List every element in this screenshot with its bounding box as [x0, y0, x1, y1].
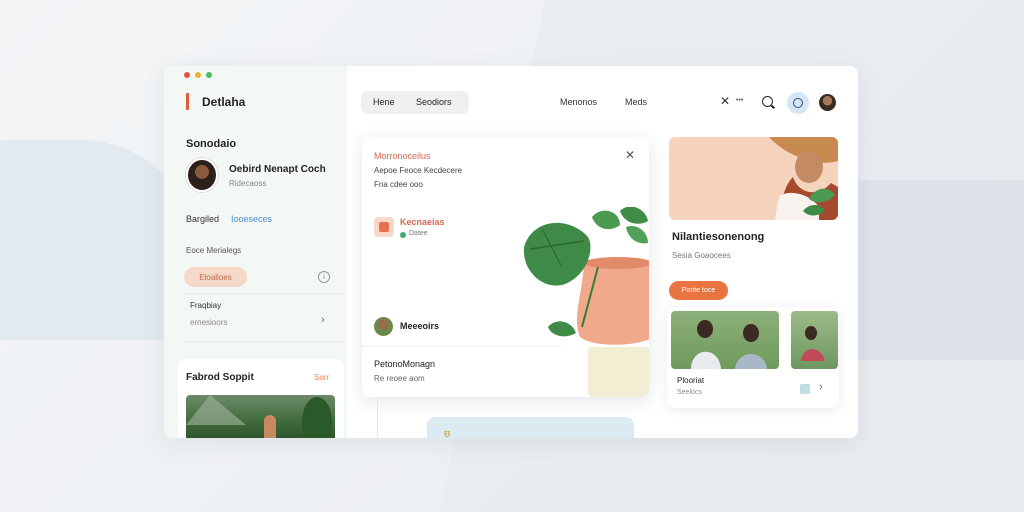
person-with-hat-illustration	[769, 137, 838, 220]
person-head	[697, 320, 713, 338]
person-figure	[264, 415, 276, 438]
sidebar-item-title[interactable]: Fraqbiay	[190, 301, 221, 310]
mountain-shape	[186, 395, 246, 425]
status-text: Datee	[409, 230, 428, 237]
featured-image[interactable]	[186, 395, 335, 438]
info-icon[interactable]: i	[318, 271, 330, 283]
vase-rim	[584, 257, 649, 269]
chevron-right-icon[interactable]: ›	[321, 314, 325, 326]
background-shape	[850, 180, 1024, 360]
leaf-icon: ᵿ	[444, 428, 451, 438]
minimize-window-dot[interactable]	[195, 72, 201, 78]
sidebar-item-label[interactable]: Eoce Merialegs	[186, 246, 241, 255]
right-subtitle: Sesia Goaocees	[672, 251, 731, 260]
featured-title: Fabrod Soppit	[186, 372, 254, 383]
media-subtitle: Seelocs	[677, 389, 702, 396]
dialog-footer-subtitle: Re reoee aom	[374, 374, 425, 383]
right-title: Nilantiesonenong	[672, 231, 765, 243]
leaf	[548, 321, 576, 337]
person-avatar[interactable]	[374, 317, 393, 336]
close-icon[interactable]: ✕	[625, 148, 635, 162]
close-window-dot[interactable]	[184, 72, 190, 78]
sidebar-section-title: Sonodaio	[186, 138, 237, 150]
cta-button[interactable]: Porite toce	[669, 281, 728, 300]
person-head	[743, 324, 759, 342]
sidebar-item-label[interactable]: Bargiled	[186, 214, 219, 224]
search-icon[interactable]	[762, 96, 773, 107]
person-name[interactable]: Meeeoirs	[400, 321, 439, 331]
leaf	[592, 210, 620, 230]
face	[795, 151, 823, 183]
dialog-title: Morronoceilus	[374, 151, 431, 161]
app-window: Detlaha Sonodaio Oebird Nenapt Coch Ride…	[164, 66, 858, 438]
people-illustration	[691, 320, 767, 369]
profile-avatar[interactable]	[186, 158, 218, 192]
media-title: Plooriat	[677, 376, 705, 385]
dialog-card: Morronoceilus Aepoe Feoce Kecdecere Fna …	[362, 137, 649, 397]
divider	[377, 397, 378, 438]
user-avatar[interactable]	[819, 94, 836, 111]
more-icon[interactable]: •••	[736, 97, 743, 104]
maximize-window-dot[interactable]	[206, 72, 212, 78]
bottom-card	[427, 417, 634, 438]
nav-link[interactable]: Meds	[625, 97, 647, 107]
sidebar-link[interactable]: Iooeseces	[231, 214, 272, 224]
person-head	[805, 326, 817, 340]
leaf	[626, 225, 648, 244]
logo-mark	[186, 93, 189, 110]
person-body	[801, 349, 825, 361]
nav-link[interactable]: Menonos	[560, 97, 597, 107]
leaf	[620, 207, 648, 224]
sidebar-item-subtitle: ernesioors	[190, 318, 228, 327]
share-icon[interactable]	[800, 384, 810, 394]
dialog-feature-title[interactable]: Kecnaeias	[400, 217, 445, 227]
featured-link[interactable]: Sorr	[314, 373, 329, 382]
tab-second[interactable]: Seodiors	[416, 97, 452, 107]
photo-two-people[interactable]	[671, 311, 779, 369]
x-icon[interactable]: ✕	[720, 94, 730, 108]
tab-home[interactable]: Hene	[373, 97, 395, 107]
person-body	[691, 351, 721, 369]
photo-person[interactable]	[791, 311, 838, 369]
divider	[182, 293, 342, 294]
chevron-right-icon[interactable]: ›	[819, 381, 823, 393]
profile-subtitle: Ridecaoss	[229, 179, 267, 188]
plant-illustration	[523, 207, 649, 397]
divider	[182, 341, 342, 342]
person-illustration	[801, 326, 825, 361]
hero-image[interactable]	[669, 137, 838, 220]
person-body	[735, 354, 767, 369]
app-tile-icon	[374, 217, 394, 237]
window-controls	[184, 72, 212, 78]
plant-pot	[588, 347, 649, 397]
tree-shape	[302, 397, 332, 438]
dialog-subtitle: Aepoe Feoce Kecdecere	[374, 166, 463, 175]
monstera-leaf	[523, 222, 591, 286]
status-dot-icon	[400, 232, 406, 238]
app-logo[interactable]: Detlaha	[202, 95, 245, 109]
profile-name: Oebird Nenapt Coch	[229, 164, 326, 175]
dialog-footer-title: PetonoMonagn	[374, 359, 436, 369]
search-button[interactable]	[787, 92, 809, 114]
dialog-meta: Fna cdee ooo	[374, 180, 423, 189]
filter-pill[interactable]: Eloalloes	[184, 267, 247, 287]
